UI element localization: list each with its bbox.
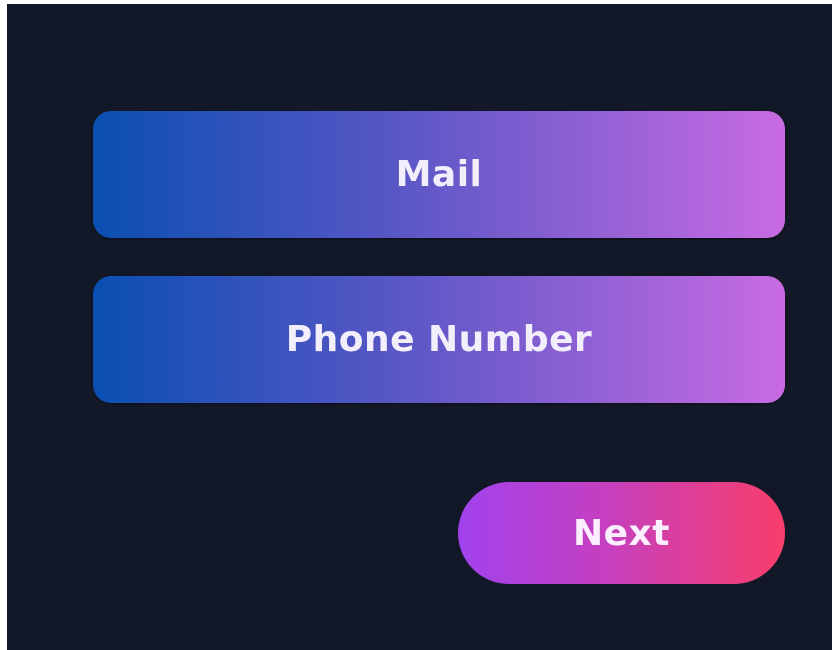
phone-number-option-label: Phone Number bbox=[285, 319, 593, 360]
next-button-label: Next bbox=[573, 512, 670, 554]
next-button[interactable]: Next bbox=[458, 482, 785, 584]
mail-option-label: Mail bbox=[395, 154, 483, 195]
mail-option-button[interactable]: Mail bbox=[93, 111, 785, 238]
phone-number-option-button[interactable]: Phone Number bbox=[93, 276, 785, 403]
verification-method-screen: Mail Phone Number Next bbox=[7, 4, 832, 650]
